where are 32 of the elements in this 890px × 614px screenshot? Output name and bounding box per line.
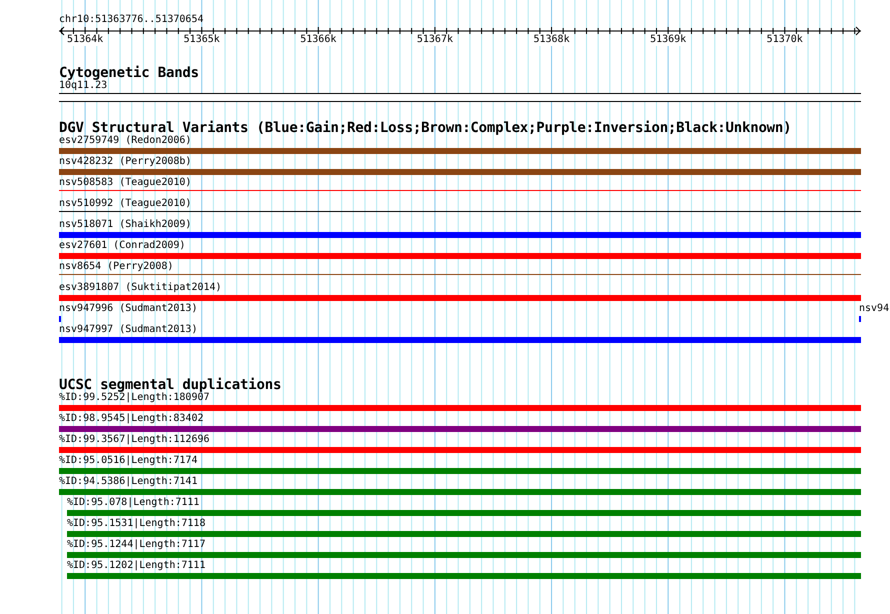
feature-label: %ID:95.0516|Length:7174 bbox=[59, 455, 198, 467]
feature-label: nsv947996 (Sudmant2013) bbox=[59, 303, 198, 315]
tick-label: 51370k bbox=[766, 34, 803, 46]
feature-label: nsv510992 (Teague2010) bbox=[59, 198, 192, 210]
track-title: DGV Structural Variants (Blue:Gain;Red:Loss;Brown:Complex;Purple:Inversion;Black:Unknown) bbox=[59, 121, 792, 135]
feature-label: %ID:95.078|Length:7111 bbox=[67, 497, 200, 509]
tick-label: 51368k bbox=[533, 34, 570, 46]
feature-label: esv3891807 (Suktitipat2014) bbox=[59, 282, 223, 294]
feature-label: %ID:95.1202|Length:7111 bbox=[67, 560, 206, 572]
band-label: 10q11.23 bbox=[59, 80, 108, 92]
feature-label: %ID:95.1531|Length:7118 bbox=[67, 518, 206, 530]
track-title: UCSC segmental duplications bbox=[59, 378, 282, 392]
feature-label: %ID:99.5252|Length:180907 bbox=[59, 392, 211, 404]
feature-label: %ID:94.5386|Length:7141 bbox=[59, 476, 198, 488]
track-title: Cytogenetic Bands bbox=[59, 66, 200, 80]
feature-label: nsv428232 (Perry2008b) bbox=[59, 156, 192, 168]
tick-label: 51364k bbox=[67, 34, 104, 46]
feature-label: esv27601 (Conrad2009) bbox=[59, 240, 186, 252]
tick-label: 51365k bbox=[184, 34, 220, 46]
feature-label: nsv8654 (Perry2008) bbox=[59, 261, 174, 273]
feature-label: nsv94 bbox=[859, 303, 890, 315]
tick-label: 51367k bbox=[416, 34, 453, 46]
feature-label: nsv518071 (Shaikh2009) bbox=[59, 219, 192, 231]
feature-label: esv2759749 (Redon2006) bbox=[59, 135, 192, 147]
feature-label: %ID:98.9545|Length:83402 bbox=[59, 413, 204, 425]
feature-label: nsv508583 (Teague2010) bbox=[59, 177, 192, 189]
feature-label: nsv947997 (Sudmant2013) bbox=[59, 324, 198, 336]
tick-label: 51366k bbox=[300, 34, 336, 46]
feature-label: %ID:95.1244|Length:7117 bbox=[67, 539, 206, 551]
tick-label: 51369k bbox=[650, 34, 686, 46]
coordinate-label: chr10:51363776..51370654 bbox=[59, 14, 204, 26]
feature-label: %ID:99.3567|Length:112696 bbox=[59, 434, 211, 446]
